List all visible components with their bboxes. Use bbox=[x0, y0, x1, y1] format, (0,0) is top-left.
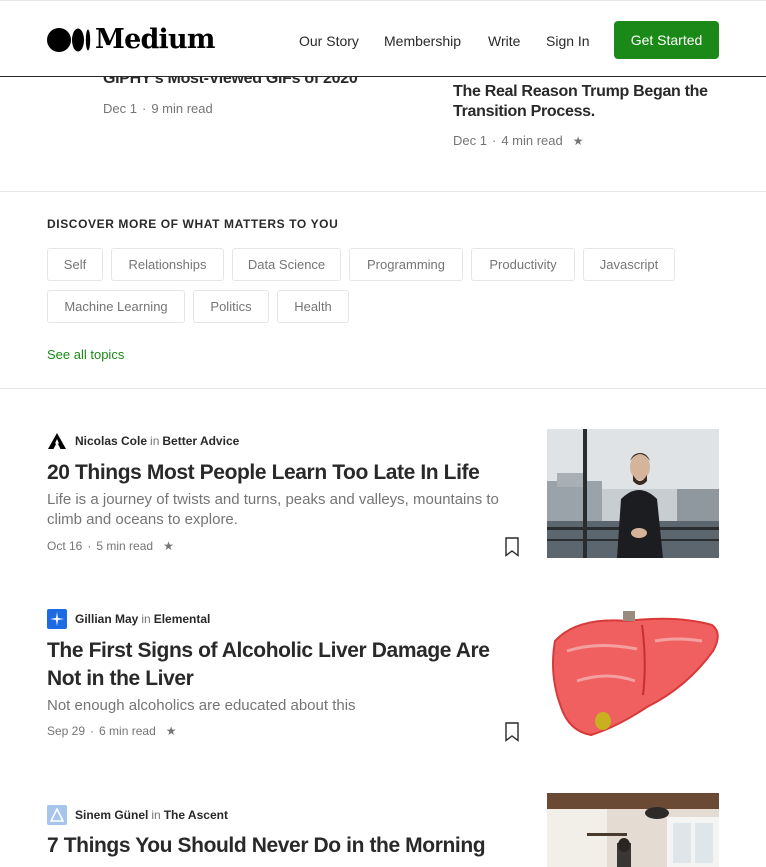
topic-tag-politics[interactable]: Politics bbox=[193, 290, 269, 323]
in-label: in bbox=[151, 808, 161, 822]
discover-section: DISCOVER MORE OF WHAT MATTERS TO YOU Sel… bbox=[0, 192, 766, 389]
topic-tag-programming[interactable]: Programming bbox=[349, 248, 463, 281]
topic-tag-machine-learning[interactable]: Machine Learning bbox=[47, 290, 185, 323]
author-row: Sinem Günel in The Ascent bbox=[47, 805, 228, 825]
article-meta: Dec 1 · 4 min read ★ bbox=[453, 133, 584, 148]
bookmark-icon[interactable] bbox=[504, 722, 520, 742]
publication-name[interactable]: The Ascent bbox=[164, 807, 228, 823]
thumbnail-morning-room bbox=[547, 793, 719, 867]
article-read-time: 9 min read bbox=[151, 101, 213, 116]
article-date: Dec 1 bbox=[103, 101, 137, 116]
topic-tag-productivity[interactable]: Productivity bbox=[471, 248, 575, 281]
nav-sign-in[interactable]: Sign In bbox=[546, 32, 590, 50]
article-subtitle[interactable]: Life is a journey of twists and turns, p… bbox=[47, 490, 537, 530]
better-advice-logo-icon[interactable] bbox=[47, 431, 67, 451]
meta-separator: · bbox=[87, 539, 92, 553]
article-thumbnail[interactable] bbox=[547, 611, 719, 740]
topic-tag-relationships[interactable]: Relationships bbox=[111, 248, 224, 281]
logo-wordmark: Medium bbox=[95, 24, 215, 55]
article-meta: Sep 29 · 6 min read ★ bbox=[47, 724, 177, 738]
article-thumbnail[interactable] bbox=[547, 793, 719, 867]
author-name[interactable]: Sinem Günel bbox=[75, 807, 148, 823]
article-read-time: 6 min read bbox=[99, 724, 156, 738]
article-title[interactable]: 7 Things You Should Never Do in the Morn… bbox=[47, 832, 527, 860]
author-name[interactable]: Nicolas Cole bbox=[75, 433, 147, 449]
star-icon: ★ bbox=[165, 724, 177, 738]
get-started-button[interactable]: Get Started bbox=[614, 21, 719, 59]
site-header: Medium Our Story Membership Write Sign I… bbox=[0, 0, 766, 77]
nav-membership[interactable]: Membership bbox=[384, 32, 461, 50]
discover-heading: DISCOVER MORE OF WHAT MATTERS TO YOU bbox=[47, 217, 339, 231]
nav-write[interactable]: Write bbox=[488, 32, 520, 50]
article-subtitle[interactable]: Not enough alcoholics are educated about… bbox=[47, 696, 537, 716]
article-title[interactable]: The First Signs of Alcoholic Liver Damag… bbox=[47, 637, 522, 693]
author-row: Gillian May in Elemental bbox=[47, 609, 210, 629]
meta-separator: · bbox=[491, 133, 497, 148]
article-date: Sep 29 bbox=[47, 724, 86, 738]
article-date: Dec 1 bbox=[453, 133, 487, 148]
thumbnail-liver bbox=[547, 611, 719, 740]
medium-logo[interactable]: Medium bbox=[47, 26, 215, 54]
article-meta: Dec 1 · 9 min read bbox=[103, 101, 213, 116]
article-title[interactable]: 20 Things Most People Learn Too Late In … bbox=[47, 459, 527, 487]
star-icon: ★ bbox=[163, 539, 174, 553]
article-read-time: 4 min read bbox=[501, 133, 563, 148]
article-thumbnail[interactable] bbox=[547, 429, 719, 558]
in-label: in bbox=[141, 612, 151, 626]
elemental-logo-icon[interactable] bbox=[47, 609, 67, 629]
topic-tag-health[interactable]: Health bbox=[277, 290, 349, 323]
the-ascent-logo-icon[interactable] bbox=[47, 805, 67, 825]
topic-tag-self[interactable]: Self bbox=[47, 248, 103, 281]
article-date: Oct 16 bbox=[47, 539, 83, 553]
thumbnail-man-coat bbox=[547, 429, 719, 558]
publication-name[interactable]: Better Advice bbox=[162, 433, 239, 449]
see-all-topics-link[interactable]: See all topics bbox=[47, 347, 124, 362]
publication-name[interactable]: Elemental bbox=[154, 611, 211, 627]
star-icon: ★ bbox=[572, 134, 584, 148]
author-name[interactable]: Gillian May bbox=[75, 611, 138, 627]
article-title[interactable]: The Real Reason Trump Began the Transiti… bbox=[453, 82, 723, 122]
meta-separator: · bbox=[141, 101, 147, 116]
author-row: Nicolas Cole in Better Advice bbox=[47, 431, 239, 451]
bookmark-icon[interactable] bbox=[504, 537, 520, 557]
meta-separator: · bbox=[90, 724, 95, 738]
nav-our-story[interactable]: Our Story bbox=[299, 32, 359, 50]
medium-logo-icon bbox=[47, 28, 91, 52]
article-read-time: 5 min read bbox=[96, 539, 154, 553]
in-label: in bbox=[150, 434, 160, 448]
topic-tag-data-science[interactable]: Data Science bbox=[232, 248, 341, 281]
article-meta: Oct 16 · 5 min read ★ bbox=[47, 539, 174, 553]
topic-tag-javascript[interactable]: Javascript bbox=[583, 248, 675, 281]
